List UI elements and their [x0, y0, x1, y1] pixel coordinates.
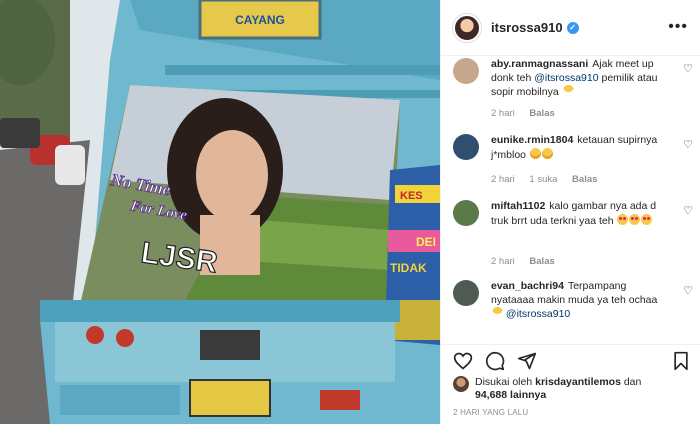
author-avatar[interactable]: [453, 13, 481, 42]
comment-time: 2 hari: [491, 108, 515, 119]
bookmark-icon[interactable]: [671, 351, 691, 371]
post-timestamp[interactable]: 2 HARI YANG LALU: [453, 408, 528, 417]
comment-username[interactable]: miftah1102: [491, 200, 545, 212]
author-username[interactable]: itsrossa910: [491, 20, 563, 35]
comment-like-heart-icon[interactable]: ♡: [683, 62, 693, 75]
laugh-emoji-icon: [541, 147, 553, 159]
comment-avatar[interactable]: [453, 280, 479, 306]
comment-meta: 2 hari Balas: [491, 256, 567, 267]
side-sign-3: TIDAK: [390, 261, 427, 275]
comment-mention[interactable]: @itsrossa910: [506, 308, 570, 320]
post-image[interactable]: CAYANG No Time For Love LJSR KES DEI TID…: [0, 0, 440, 424]
comment-text: evan_bachri94 Terpampang nyataaaa makin m…: [491, 280, 671, 322]
comment-text: miftah1102 kalo gambar nya ada d truk brr…: [491, 200, 671, 228]
verified-badge-icon: ✓: [566, 21, 579, 34]
comments-list[interactable]: aby.ranmagnassani Ajak meet up donk teh @…: [441, 56, 700, 344]
comment-mention[interactable]: @itsrossa910: [534, 72, 598, 84]
likes-prefix: Disukai oleh: [475, 376, 536, 388]
comment-avatar[interactable]: [453, 58, 479, 84]
comment-meta: 2 hari 1 suka Balas: [491, 174, 609, 185]
comment-text: aby.ranmagnassani Ajak meet up donk teh @…: [491, 58, 671, 100]
comment-like-heart-icon[interactable]: ♡: [683, 138, 693, 151]
plate-top-text: CAYANG: [235, 13, 285, 27]
comment-avatar[interactable]: [453, 200, 479, 226]
share-icon[interactable]: [517, 351, 537, 371]
reply-button[interactable]: Balas: [572, 174, 597, 185]
reply-button[interactable]: Balas: [529, 256, 554, 267]
comment-username[interactable]: evan_bachri94: [491, 280, 564, 292]
side-sign-1: KES: [400, 190, 423, 202]
comment-like-heart-icon[interactable]: ♡: [683, 284, 693, 297]
side-sign-2: DEI: [416, 235, 436, 249]
laugh-emoji-icon: [529, 147, 541, 159]
comment-like-heart-icon[interactable]: ♡: [683, 204, 693, 217]
likes-text: Disukai oleh krisdayantilemos dan 94,688…: [475, 376, 675, 402]
heart-eyes-emoji-icon: [641, 213, 653, 225]
grin-emoji-icon: [492, 307, 503, 318]
heart-eyes-emoji-icon: [617, 213, 629, 225]
comment-time: 2 hari: [491, 256, 515, 267]
likes-count[interactable]: 94,688: [475, 389, 507, 401]
heart-eyes-emoji-icon: [629, 213, 641, 225]
post-actions-bar: [441, 344, 700, 374]
more-options-button[interactable]: •••: [668, 18, 688, 36]
liker-username[interactable]: krisdayantilemos: [535, 376, 621, 388]
comment-avatar[interactable]: [453, 134, 479, 160]
post-header: itsrossa910 ✓ •••: [441, 0, 700, 56]
comment-icon[interactable]: [485, 351, 505, 371]
likes-suffix[interactable]: lainnya: [507, 389, 546, 401]
truck-photo: CAYANG No Time For Love LJSR KES DEI TID…: [0, 0, 440, 424]
liker-avatar[interactable]: [453, 376, 469, 392]
comment-username[interactable]: eunike.rmin1804: [491, 134, 573, 146]
grin-emoji-icon: [562, 85, 574, 96]
reply-button[interactable]: Balas: [529, 108, 554, 119]
comment-text: eunike.rmin1804 ketauan supirnya j*mbloo: [491, 134, 671, 162]
likes-conjunction: dan: [620, 376, 642, 388]
post-side-panel: itsrossa910 ✓ ••• aby.ranmagnassani Ajak …: [440, 0, 700, 424]
comment-time: 2 hari: [491, 174, 515, 185]
heart-icon[interactable]: [453, 351, 473, 371]
comment-username[interactable]: aby.ranmagnassani: [491, 58, 588, 70]
comment-meta: 2 hari Balas: [491, 108, 567, 119]
comment-like-count[interactable]: 1 suka: [529, 174, 557, 185]
